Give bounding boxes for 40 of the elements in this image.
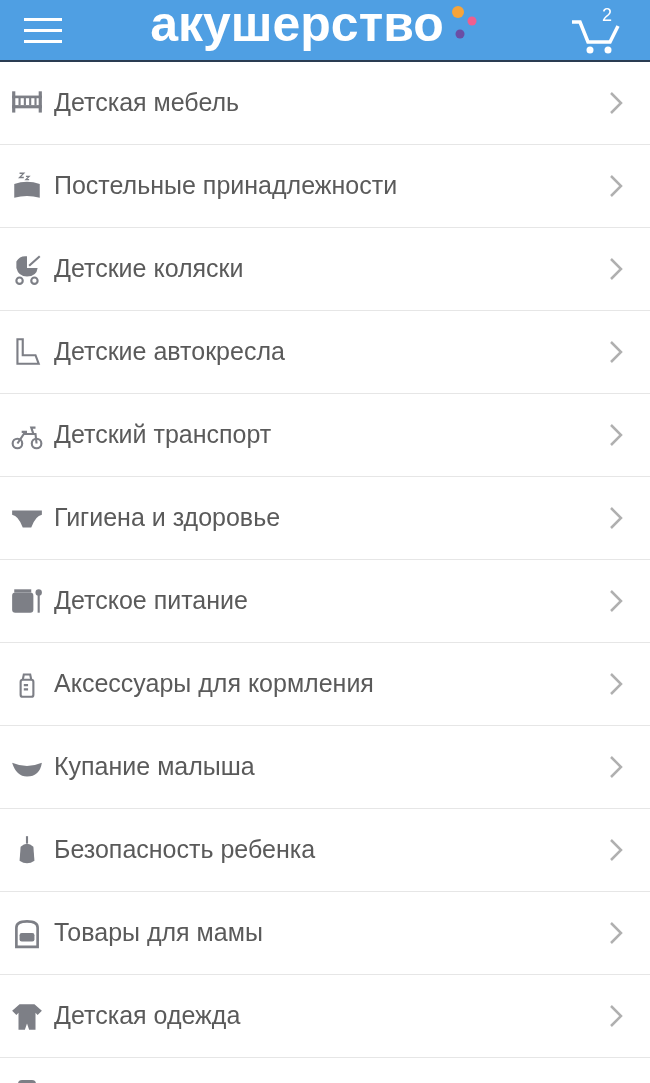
menu-icon <box>24 16 62 44</box>
chevron-right-icon <box>608 422 624 448</box>
category-item[interactable]: Купание малыша <box>0 726 650 809</box>
category-item[interactable]: Гигиена и здоровье <box>0 477 650 560</box>
category-label: Детская одежда <box>54 1000 242 1032</box>
category-item[interactable]: Аксессуары для кормления <box>0 643 650 726</box>
category-label: Аксессуары для кормления <box>54 668 375 700</box>
category-label: Детская мебель <box>54 87 241 119</box>
chevron-right-icon <box>608 588 624 614</box>
chevron-right-icon <box>608 754 624 780</box>
category-label: Безопасность ребенка <box>54 834 317 866</box>
chevron-right-icon <box>608 671 624 697</box>
category-label: Детские коляски <box>54 253 245 285</box>
chevron-right-icon <box>608 173 624 199</box>
chevron-right-icon <box>608 505 624 531</box>
category-label: Гигиена и здоровье <box>54 502 282 534</box>
chevron-right-icon <box>608 256 624 282</box>
category-label: Постельные принадлежности <box>54 170 399 202</box>
menu-button[interactable] <box>24 15 64 45</box>
cart-count: 2 <box>602 6 612 24</box>
category-item[interactable]: Детское питание <box>0 560 650 643</box>
category-item[interactable]: Детские автокресла <box>0 311 650 394</box>
category-item[interactable]: Товары для мамы <box>0 892 650 975</box>
category-item[interactable]: Детская одежда <box>0 975 650 1058</box>
chevron-right-icon <box>608 920 624 946</box>
category-label: Детское питание <box>54 585 249 617</box>
category-label: Детские автокресла <box>54 336 286 368</box>
category-item[interactable]: Детский транспорт <box>0 394 650 477</box>
category-label: Товары для мамы <box>54 917 264 949</box>
chevron-right-icon <box>608 1003 624 1029</box>
category-item[interactable]: Постельные принадлежности <box>0 145 650 228</box>
chevron-right-icon <box>608 339 624 365</box>
category-item[interactable]: Детские коляски <box>0 228 650 311</box>
logo-text: акушерство <box>150 0 444 49</box>
chevron-right-icon <box>608 90 624 116</box>
category-item[interactable]: Безопасность ребенка <box>0 809 650 892</box>
category-label: Купание малыша <box>54 751 256 783</box>
category-label: Детский транспорт <box>54 419 273 451</box>
category-item[interactable]: Детская мебель <box>0 62 650 145</box>
chevron-right-icon <box>608 837 624 863</box>
